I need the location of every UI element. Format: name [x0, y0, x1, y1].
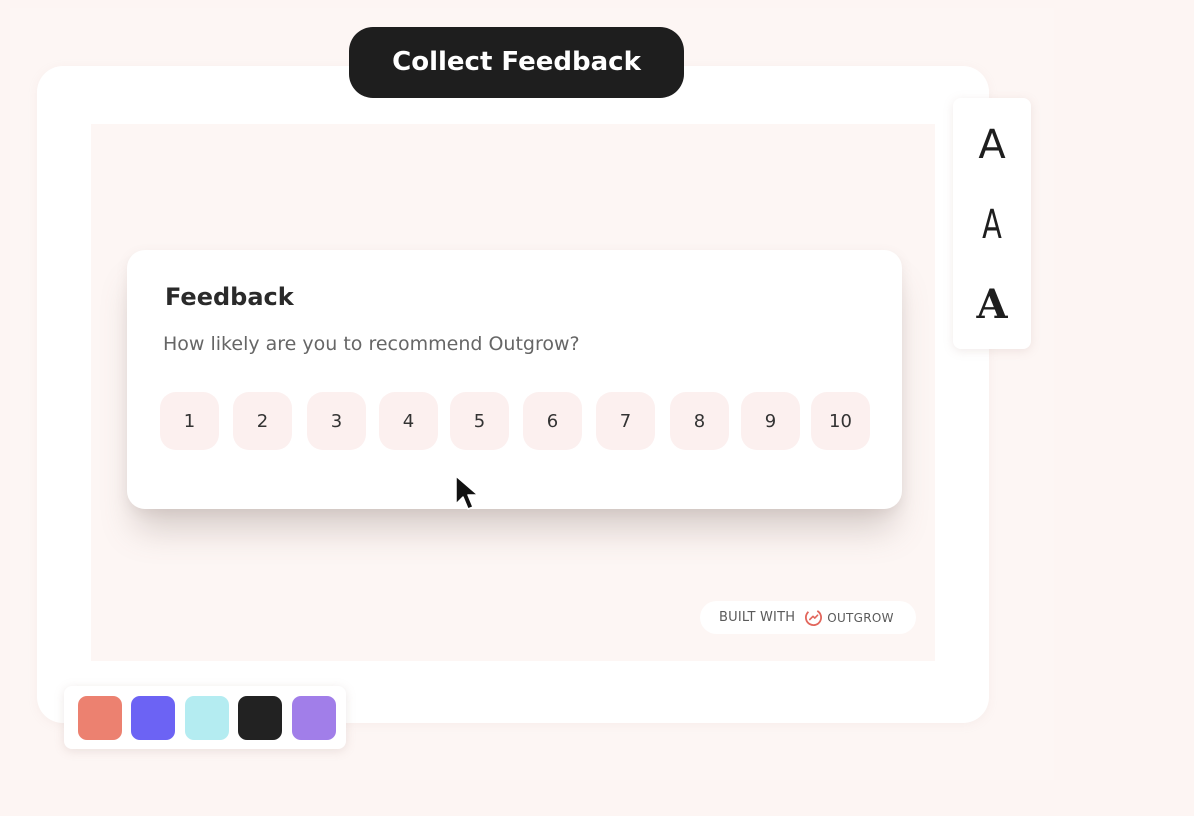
color-swatch-coral[interactable]: [78, 696, 122, 740]
built-with-label: BUILT WITH: [719, 610, 796, 625]
rating-button-9[interactable]: 9: [741, 392, 800, 450]
feedback-card: Feedback How likely are you to recommend…: [127, 250, 902, 509]
rating-button-5[interactable]: 5: [450, 392, 509, 450]
collect-feedback-title: Collect Feedback: [349, 27, 684, 98]
mouse-cursor-icon: [455, 475, 479, 510]
font-option-serif[interactable]: A: [953, 275, 1031, 335]
color-swatch-indigo[interactable]: [131, 696, 175, 740]
rating-button-6[interactable]: 6: [523, 392, 582, 450]
outgrow-brand-label: OUTGROW: [827, 610, 894, 625]
color-swatch-lavender[interactable]: [292, 696, 336, 740]
rating-button-7[interactable]: 7: [596, 392, 655, 450]
rating-button-8[interactable]: 8: [670, 392, 729, 450]
feedback-question: How likely are you to recommend Outgrow?: [163, 333, 580, 355]
font-option-sans[interactable]: A: [953, 115, 1031, 175]
feedback-card-title: Feedback: [165, 283, 294, 311]
rating-button-4[interactable]: 4: [379, 392, 438, 450]
rating-button-10[interactable]: 10: [811, 392, 870, 450]
rating-button-1[interactable]: 1: [160, 392, 219, 450]
font-option-condensed[interactable]: A: [964, 195, 1020, 255]
rating-button-2[interactable]: 2: [233, 392, 292, 450]
color-swatch-light-cyan[interactable]: [185, 696, 229, 740]
color-swatch-black[interactable]: [238, 696, 282, 740]
outgrow-logo-icon: [804, 608, 823, 627]
rating-button-3[interactable]: 3: [307, 392, 366, 450]
built-with-badge[interactable]: BUILT WITH OUTGROW: [700, 601, 916, 634]
rating-scale: 1 2 3 4 5 6 7 8 9 10: [160, 392, 870, 450]
color-palette: [64, 686, 346, 749]
